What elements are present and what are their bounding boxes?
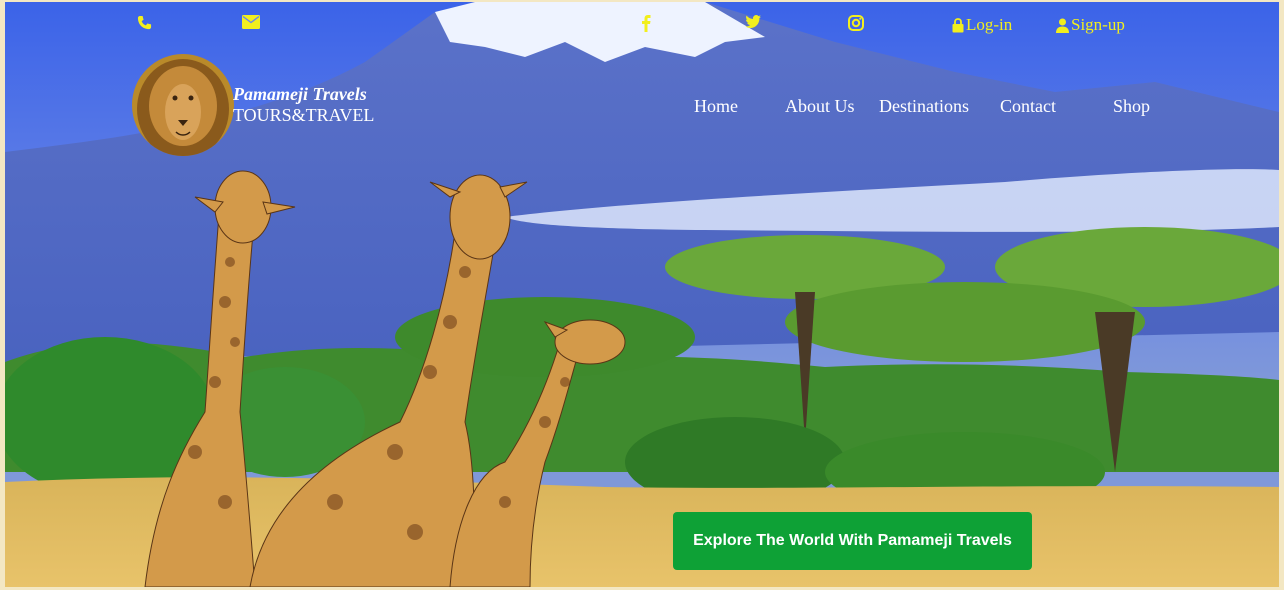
top-contact-bar: Log-in Sign-up xyxy=(5,2,1279,48)
nav-contact[interactable]: Contact xyxy=(1000,96,1056,117)
signup-label: Sign-up xyxy=(1071,15,1125,34)
phone-icon[interactable] xyxy=(137,15,152,30)
nav-shop[interactable]: Shop xyxy=(1113,96,1150,117)
explore-cta-button[interactable]: Explore The World With Pamameji Travels xyxy=(673,512,1032,570)
login-link[interactable]: Log-in xyxy=(952,15,1012,35)
nav-about-us[interactable]: About Us xyxy=(785,96,855,117)
brand-logo[interactable] xyxy=(132,54,234,156)
facebook-icon[interactable] xyxy=(642,15,651,32)
instagram-icon[interactable] xyxy=(848,15,864,31)
login-label: Log-in xyxy=(966,15,1013,34)
nav-home[interactable]: Home xyxy=(694,96,738,117)
lock-icon xyxy=(952,17,964,32)
twitter-icon[interactable] xyxy=(745,15,761,29)
nav-destinations[interactable]: Destinations xyxy=(879,96,969,117)
signup-link[interactable]: Sign-up xyxy=(1056,15,1125,35)
lion-logo-icon xyxy=(132,54,234,156)
brand-name: Pamameji Travels xyxy=(233,84,367,104)
brand-tagline: TOURS&TRAVEL xyxy=(233,105,375,125)
hero-banner: Log-in Sign-up Pamameji Travels TOURS&TR… xyxy=(5,2,1279,587)
brand-text[interactable]: Pamameji Travels TOURS&TRAVEL xyxy=(233,84,374,126)
user-icon xyxy=(1056,18,1069,33)
envelope-icon[interactable] xyxy=(242,15,260,29)
